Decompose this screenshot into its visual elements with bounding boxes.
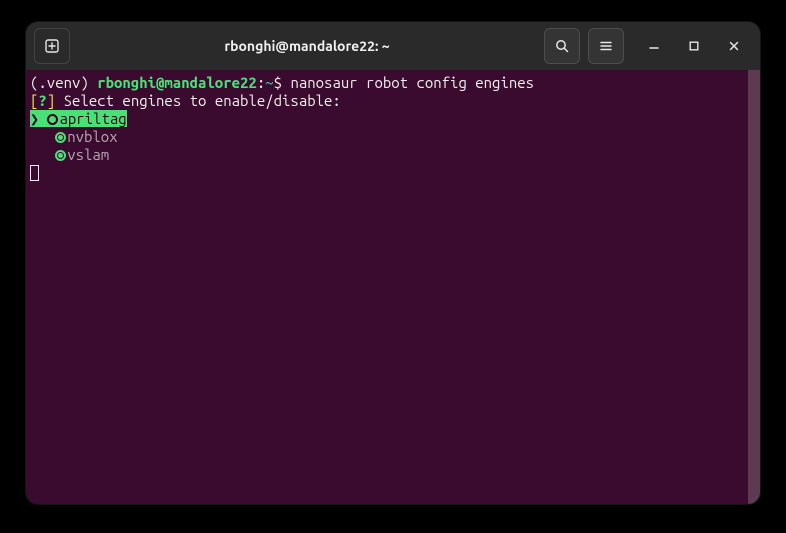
dollar: $ — [274, 74, 291, 91]
option-label: vslam — [67, 146, 109, 163]
search-icon — [554, 38, 570, 54]
question-line: [?] Select engines to enable/disable: — [30, 92, 756, 110]
option-label: nvblox — [67, 128, 117, 145]
question-text: Select engines to enable/disable: — [64, 92, 341, 109]
question-mark: ? — [38, 92, 46, 109]
option-row[interactable]: nvblox — [30, 128, 756, 146]
option-row-selected[interactable]: ❯ apriltag — [30, 110, 756, 128]
bracket-close: ] — [47, 92, 64, 109]
option-indent — [30, 128, 55, 145]
new-tab-icon — [44, 38, 60, 54]
close-button[interactable] — [720, 32, 748, 60]
venv-prefix: (.venv) — [30, 74, 97, 91]
search-button[interactable] — [544, 28, 580, 64]
cursor-line — [30, 164, 756, 182]
user-host: rbonghi@mandalore22 — [97, 74, 257, 91]
menu-button[interactable] — [588, 28, 624, 64]
colon: : — [257, 74, 265, 91]
cwd: ~ — [265, 74, 273, 91]
close-icon — [728, 40, 740, 52]
radio-icon — [47, 114, 58, 125]
hamburger-icon — [598, 38, 614, 54]
option-indent — [30, 146, 55, 163]
terminal-body[interactable]: (.venv) rbonghi@mandalore22:~$ nanosaur … — [26, 70, 760, 504]
radio-icon — [55, 132, 66, 143]
prompt-line: (.venv) rbonghi@mandalore22:~$ nanosaur … — [30, 74, 756, 92]
option-row[interactable]: vslam — [30, 146, 756, 164]
radio-icon — [55, 150, 66, 161]
new-tab-button[interactable] — [34, 28, 70, 64]
maximize-button[interactable] — [680, 32, 708, 60]
window-title: rbonghi@mandalore22: ~ — [78, 38, 536, 54]
scrollbar[interactable] — [748, 70, 760, 504]
command-text: nanosaur robot config engines — [290, 74, 534, 91]
maximize-icon — [688, 40, 700, 52]
minimize-button[interactable] — [640, 32, 668, 60]
cursor — [30, 165, 39, 181]
option-label: apriltag — [59, 110, 126, 127]
pointer: ❯ — [30, 110, 47, 127]
titlebar: rbonghi@mandalore22: ~ — [26, 22, 760, 70]
minimize-icon — [648, 40, 660, 52]
terminal-window: rbonghi@mandalore22: ~ — [26, 22, 760, 504]
window-controls — [640, 32, 748, 60]
